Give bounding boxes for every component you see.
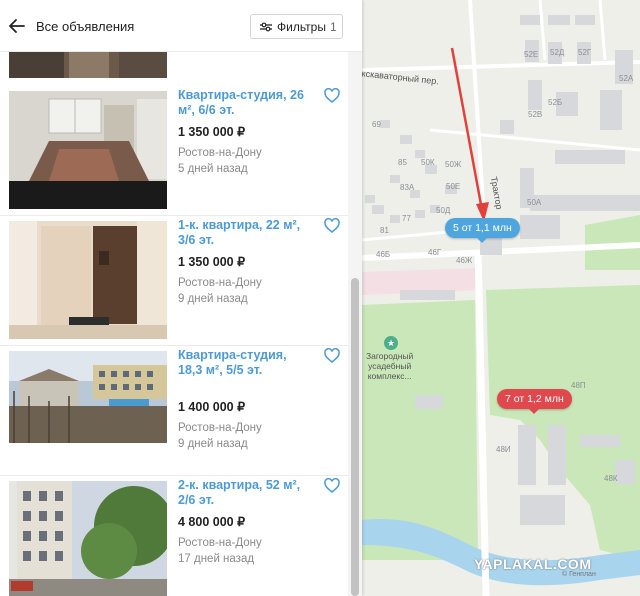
- listing-photo[interactable]: [9, 351, 167, 443]
- divider: [0, 475, 348, 476]
- house-number: 46Б: [376, 250, 391, 259]
- listing-panel: Все объявления Фильтры 1 Квартира-студия…: [0, 0, 362, 596]
- listing-photo[interactable]: [9, 481, 167, 596]
- listing-price: 4 800 000 ₽: [178, 515, 246, 529]
- listing-title[interactable]: 1-к. квартира, 22 м², 3/6 эт.: [178, 218, 313, 248]
- listing-list[interactable]: Квартира-студия, 26 м², 6/6 эт. 1 350 00…: [0, 52, 348, 596]
- heart-icon[interactable]: [324, 348, 340, 363]
- filters-label: Фильтры: [277, 19, 326, 34]
- scrollbar-thumb[interactable]: [351, 278, 359, 596]
- house-number: 50Д: [436, 206, 451, 215]
- heart-icon[interactable]: [324, 218, 340, 233]
- listing-card[interactable]: Квартира-студия, 18,3 м², 5/5 эт. 1 400 …: [0, 348, 348, 478]
- listing-price: 1 350 000 ₽: [178, 255, 246, 269]
- listing-title[interactable]: Квартира-студия, 26 м², 6/6 эт.: [178, 88, 313, 118]
- map-pin-cluster[interactable]: 7 от 1,2 млн: [497, 389, 572, 414]
- house-number: 52В: [528, 110, 543, 119]
- listing-date: 9 дней назад: [178, 438, 248, 450]
- heart-icon[interactable]: [324, 478, 340, 493]
- listing-price: 1 400 000 ₽: [178, 400, 246, 414]
- back-label: Все объявления: [36, 18, 135, 34]
- house-number: 48И: [496, 445, 511, 454]
- house-number: 50А: [527, 198, 542, 207]
- listing-price: 1 350 000 ₽: [178, 125, 246, 139]
- house-number: 77: [402, 214, 411, 223]
- house-number: 85: [398, 158, 407, 167]
- poi-label: Загородный усадебный комплекс...: [366, 351, 414, 381]
- sliders-icon: [260, 22, 272, 31]
- divider: [0, 345, 348, 346]
- star-icon: ★: [384, 336, 398, 350]
- divider: [0, 215, 348, 216]
- listing-title[interactable]: 2-к. квартира, 52 м², 2/6 эт.: [178, 478, 313, 508]
- house-number: 81: [380, 226, 389, 235]
- house-number: 50К: [421, 158, 435, 167]
- house-number: 52Б: [548, 98, 563, 107]
- arrow-left-icon: [9, 19, 25, 33]
- house-number: 52Е: [524, 50, 539, 59]
- map-attribution: © Генплан: [562, 571, 596, 578]
- listing-title[interactable]: Квартира-студия, 18,3 м², 5/5 эт.: [178, 348, 313, 378]
- house-number: 69: [372, 120, 381, 129]
- listing-card[interactable]: 2-к. квартира, 52 м², 2/6 эт. 4 800 000 …: [0, 478, 348, 596]
- listing-city: Ростов-на-Дону: [178, 277, 262, 289]
- listing-photo[interactable]: [9, 52, 167, 78]
- house-number: 46Г: [428, 248, 442, 257]
- listing-photo[interactable]: [9, 91, 167, 209]
- listing-city: Ростов-на-Дону: [178, 147, 262, 159]
- house-number: 52А: [619, 74, 634, 83]
- listing-city: Ростов-на-Дону: [178, 422, 262, 434]
- house-number: 52Г: [578, 48, 592, 57]
- filters-button[interactable]: Фильтры 1: [250, 14, 343, 39]
- house-number: 52Д: [550, 48, 565, 57]
- listing-city: Ростов-на-Дону: [178, 537, 262, 549]
- heart-icon[interactable]: [324, 88, 340, 103]
- house-number: 50Ж: [445, 160, 462, 169]
- panel-header: Все объявления Фильтры 1: [0, 0, 362, 52]
- house-number: 50Е: [446, 182, 461, 191]
- back-button[interactable]: Все объявления: [8, 16, 134, 36]
- house-number: 83А: [400, 183, 415, 192]
- listing-card[interactable]: 1-к. квартира, 22 м², 3/6 эт. 1 350 000 …: [0, 218, 348, 348]
- house-number: 46Ж: [456, 256, 473, 265]
- listing-photo[interactable]: [9, 221, 167, 339]
- map-pin-cluster[interactable]: 5 от 1,1 млн: [445, 218, 520, 243]
- house-number: 48К: [604, 474, 618, 483]
- listing-date: 9 дней назад: [178, 293, 248, 305]
- listing-date: 5 дней назад: [178, 163, 248, 175]
- listing-card[interactable]: Квартира-студия, 26 м², 6/6 эт. 1 350 00…: [0, 88, 348, 218]
- listing-date: 17 дней назад: [178, 553, 255, 565]
- filters-count: 1: [329, 19, 337, 34]
- house-number: 48П: [571, 381, 586, 390]
- watermark: YAPLAKAL.COM: [474, 556, 592, 572]
